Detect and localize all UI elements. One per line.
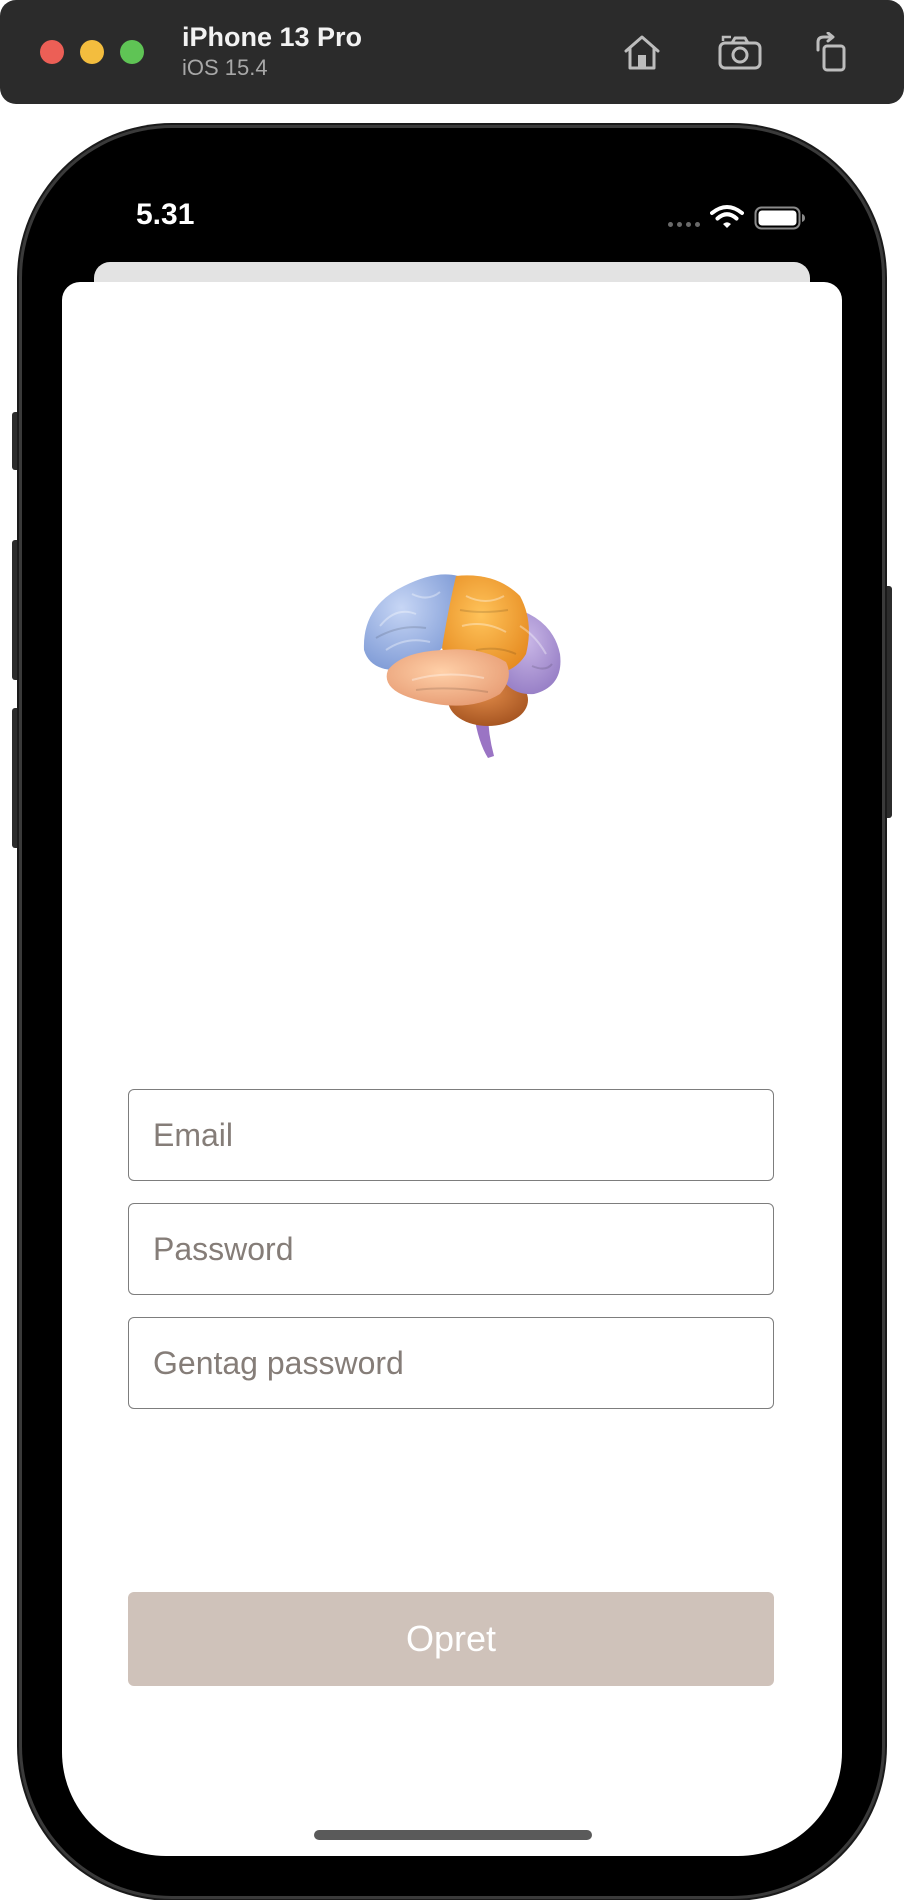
screenshot-icon bbox=[718, 35, 762, 70]
rotate-button[interactable] bbox=[808, 28, 856, 76]
battery-icon bbox=[754, 206, 805, 230]
home-button[interactable] bbox=[618, 28, 666, 76]
simulator-window: iPhone 13 Pro iOS 15.4 5.31 Email Opret bbox=[0, 0, 904, 1900]
home-indicator[interactable] bbox=[314, 1830, 592, 1840]
zoom-window-button[interactable] bbox=[120, 40, 144, 64]
signup-screen: Opret bbox=[62, 282, 842, 1856]
create-account-button[interactable]: Opret bbox=[128, 1592, 774, 1686]
repeat-password-field[interactable] bbox=[128, 1317, 774, 1409]
home-icon bbox=[624, 35, 660, 70]
close-window-button[interactable] bbox=[40, 40, 64, 64]
email-field[interactable] bbox=[128, 1089, 774, 1181]
screenshot-button[interactable] bbox=[716, 28, 764, 76]
simulator-toolbar: iPhone 13 Pro iOS 15.4 bbox=[0, 0, 904, 104]
signal-dots-icon bbox=[668, 222, 700, 227]
device-os-version: iOS 15.4 bbox=[182, 55, 268, 80]
wifi-icon bbox=[710, 205, 744, 228]
rotate-icon bbox=[816, 32, 846, 72]
status-time: 5.31 bbox=[136, 198, 195, 231]
device-name: iPhone 13 Pro bbox=[182, 22, 363, 52]
minimize-window-button[interactable] bbox=[80, 40, 104, 64]
password-field[interactable] bbox=[128, 1203, 774, 1295]
brain-icon bbox=[363, 574, 561, 758]
